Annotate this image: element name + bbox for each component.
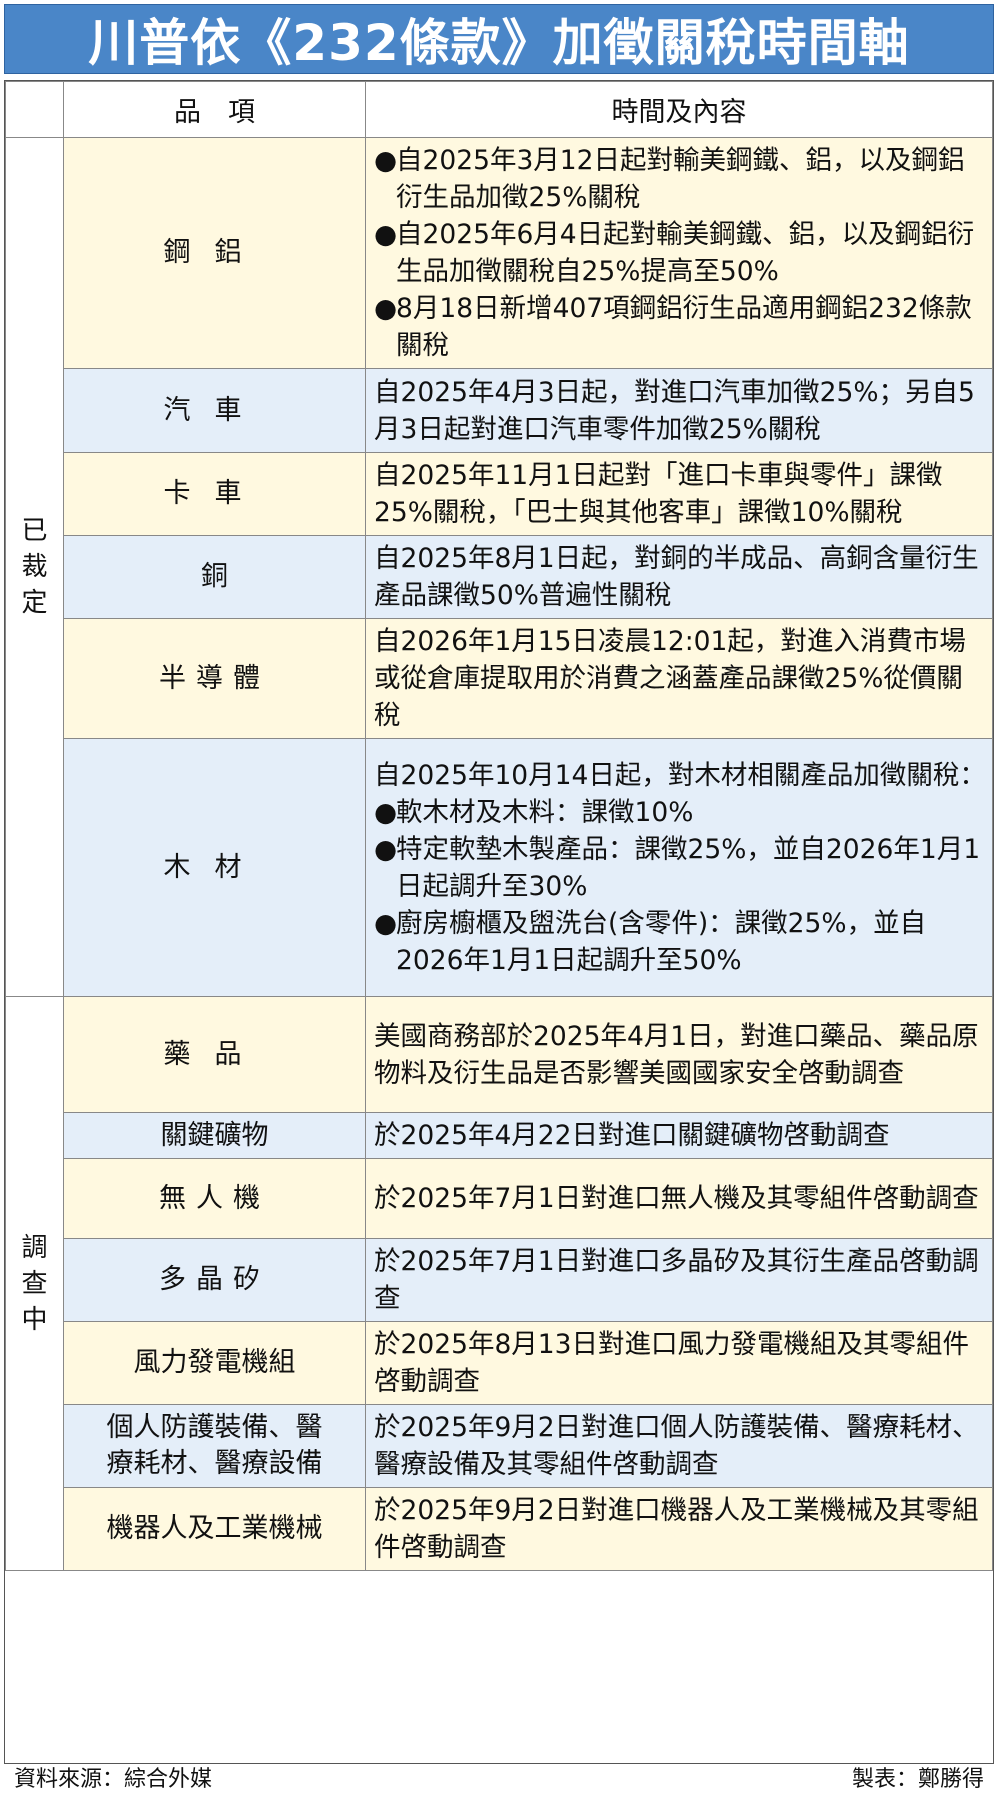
source-credit: 資料來源：綜合外媒 — [14, 1766, 213, 1792]
item-cell: 藥品 — [63, 996, 366, 1113]
table-row: 關鍵礦物 於2025年4月22日對進口關鍵礦物啓動調查 — [5, 1112, 993, 1159]
header-content: 時間及內容 — [365, 81, 993, 138]
item-label: 汽車 — [163, 394, 266, 426]
content-cell: 於2025年9月2日對進口個人防護裝備、醫療耗材、醫療設備及其零組件啓動調查 — [365, 1404, 993, 1488]
item-label: 銅 — [201, 561, 228, 592]
item-label: 多晶矽 — [159, 1264, 270, 1295]
item-cell: 機器人及工業機械 — [63, 1487, 366, 1571]
table-row: 多晶矽 於2025年7月1日對進口多晶矽及其衍生產品啓動調查 — [5, 1238, 993, 1322]
content-cell: 於2025年8月13日對進口風力發電機組及其零組件啓動調查 — [365, 1321, 993, 1405]
content-cell: 自2025年8月1日起，對銅的半成品、高銅含量衍生產品課徵50%普遍性關稅 — [365, 535, 993, 619]
item-cell: 無人機 — [63, 1158, 366, 1239]
table-row: 汽車 自2025年4月3日起，對進口汽車加徵25%；另自5月3日起對進口汽車零件… — [5, 368, 993, 453]
table-row: 機器人及工業機械 於2025年9月2日對進口機器人及工業機械及其零組件啓動調查 — [5, 1487, 993, 1571]
table-row: 已裁定 鋼鋁 ●自2025年3月12日起對輸美鋼鐵、鋁，以及鋼鋁衍生品加徵25%… — [5, 137, 993, 997]
bullet-dot: ● — [374, 907, 398, 939]
item-cell: 半導體 — [63, 618, 366, 739]
table-row: 半導體 自2026年1月15日凌晨12:01起，對進入消費市場或從倉庫提取用於消… — [5, 618, 993, 739]
table-row: 調查中 藥品 美國商務部於2025年4月1日，對進口藥品、藥品原物料及衍生品是否… — [5, 996, 993, 1571]
item-label: 半導體 — [159, 662, 270, 694]
bullet-item: ●自2025年6月4日起對輸美鋼鐵、鋁，以及鋼鋁衍生品加徵關稅自25%提高至50… — [374, 216, 986, 290]
content-cell: 於2025年9月2日對進口機器人及工業機械及其零組件啓動調查 — [365, 1487, 993, 1571]
bullet-dot: ● — [374, 293, 398, 324]
item-cell: 風力發電機組 — [63, 1321, 366, 1405]
item-label: 木材 — [163, 851, 266, 883]
item-cell: 關鍵礦物 — [63, 1112, 366, 1159]
content-cell: 自2025年4月3日起，對進口汽車加徵25%；另自5月3日起對進口汽車零件加徵2… — [365, 368, 993, 453]
table-row: 卡車 自2025年11月1日起對「進口卡車與零件」課徵25%關稅，「巴士與其他客… — [5, 452, 993, 536]
header-item: 品 項 — [63, 81, 366, 138]
timeline-table-frame: 品 項 時間及內容 已裁定 鋼鋁 ●自2025年3月12日起對輸美鋼鐵、鋁，以及… — [4, 80, 994, 1764]
bullet-dot: ● — [374, 219, 398, 250]
page-title: 川普依《232條款》加徵關稅時間軸 — [88, 14, 910, 72]
bullet-dot: ● — [374, 796, 398, 828]
item-cell: 卡車 — [63, 452, 366, 536]
bullet-item: ●特定軟墊木製產品：課徵25%，並自2026年1月1日起調升至30% — [374, 831, 986, 905]
bullet-item: ●自2025年3月12日起對輸美鋼鐵、鋁，以及鋼鋁衍生品加徵25%關稅 — [374, 142, 986, 216]
item-label: 無人機 — [159, 1182, 270, 1214]
item-cell: 木材 — [63, 738, 366, 997]
bullet-item: ●軟木材及木料：課徵10% — [374, 794, 986, 831]
bullet-dot: ● — [374, 145, 398, 176]
table-row: 銅 自2025年8月1日起，對銅的半成品、高銅含量衍生產品課徵50%普遍性關稅 — [5, 535, 993, 619]
content-cell: 於2025年7月1日對進口無人機及其零組件啓動調查 — [365, 1158, 993, 1239]
status-label: 調查中 — [21, 1232, 48, 1335]
item-label: 鋼鋁 — [163, 237, 266, 268]
item-cell: 鋼鋁 — [63, 137, 366, 369]
content-cell: 自2025年10月14日起，對木材相關產品加徵關稅： ●軟木材及木料：課徵10%… — [365, 738, 993, 997]
status-cell-decided: 已裁定 — [5, 137, 64, 997]
footer: 資料來源：綜合外媒 製表：鄭勝得 — [4, 1764, 994, 1792]
status-label: 已裁定 — [21, 516, 48, 618]
header-status — [5, 81, 64, 138]
content-cell: 於2025年7月1日對進口多晶矽及其衍生產品啓動調查 — [365, 1238, 993, 1322]
table-row: 木材 自2025年10月14日起，對木材相關產品加徵關稅： ●軟木材及木料：課徵… — [5, 738, 993, 997]
content-cell: 美國商務部於2025年4月1日，對進口藥品、藥品原物料及衍生品是否影響美國國家安… — [365, 996, 993, 1113]
table-row: 風力發電機組 於2025年8月13日對進口風力發電機組及其零組件啓動調查 — [5, 1321, 993, 1405]
bullet-dot: ● — [374, 833, 398, 865]
content-cell: 於2025年4月22日對進口關鍵礦物啓動調查 — [365, 1112, 993, 1159]
content-cell: ●自2025年3月12日起對輸美鋼鐵、鋁，以及鋼鋁衍生品加徵25%關稅 ●自20… — [365, 137, 993, 369]
content-cell: 自2025年11月1日起對「進口卡車與零件」課徵25%關稅，「巴士與其他客車」課… — [365, 452, 993, 536]
status-cell-investigating: 調查中 — [5, 996, 64, 1571]
item-cell: 多晶矽 — [63, 1238, 366, 1322]
item-cell: 個人防護裝備、醫療耗材、醫療設備 — [63, 1404, 366, 1488]
bullet-item: ●廚房櫥櫃及盥洗台(含零件)：課徵25%，並自2026年1月1日起調升至50% — [374, 905, 986, 979]
table-header-row: 品 項 時間及內容 — [5, 81, 993, 138]
item-cell: 銅 — [63, 535, 366, 619]
table-row: 無人機 於2025年7月1日對進口無人機及其零組件啓動調查 — [5, 1158, 993, 1239]
table-row: 個人防護裝備、醫療耗材、醫療設備 於2025年9月2日對進口個人防護裝備、醫療耗… — [5, 1404, 993, 1488]
item-label: 卡車 — [163, 478, 266, 509]
content-intro: 自2025年10月14日起，對木材相關產品加徵關稅： — [374, 759, 986, 791]
tariff-table: 品 項 時間及內容 已裁定 鋼鋁 ●自2025年3月12日起對輸美鋼鐵、鋁，以及… — [5, 81, 993, 1571]
title-bar: 川普依《232條款》加徵關稅時間軸 — [4, 4, 994, 74]
item-label: 藥品 — [163, 1038, 266, 1070]
content-cell: 自2026年1月15日凌晨12:01起，對進入消費市場或從倉庫提取用於消費之涵蓋… — [365, 618, 993, 739]
bullet-item: ●8月18日新增407項鋼鋁衍生品適用鋼鋁232條款關稅 — [374, 290, 986, 364]
author-credit: 製表：鄭勝得 — [851, 1766, 984, 1792]
item-cell: 汽車 — [63, 368, 366, 453]
